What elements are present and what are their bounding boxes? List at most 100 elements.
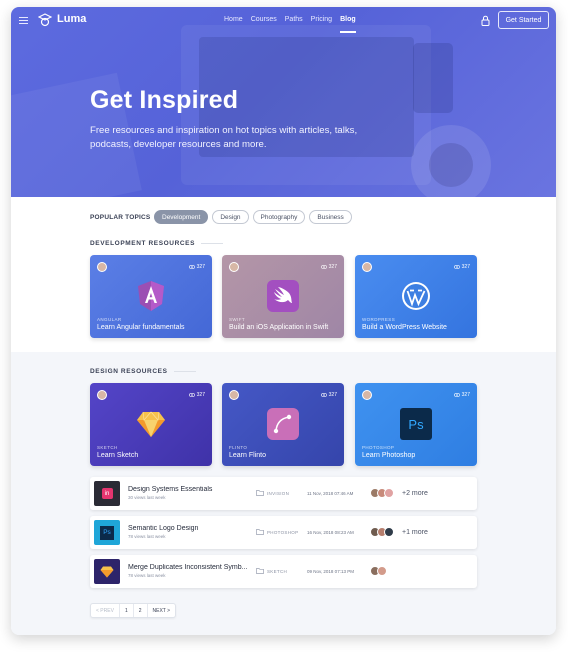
design-section: DESIGN RESOURCES 327 SKETCH Learn Sketch… [11,352,556,635]
photoshop-icon: Ps [400,408,432,440]
chip-design[interactable]: Design [212,210,249,224]
article-row[interactable]: Merge Duplicates Inconsistent Symb... 78… [90,555,477,588]
app-window: Luma Home Courses Paths Pricing Blog Get… [11,7,556,635]
top-nav: Luma Home Courses Paths Pricing Blog Get… [11,7,556,35]
view-count: 327 [188,392,205,398]
nav-link-blog[interactable]: Blog [340,16,356,33]
article-category: INVISION [267,491,290,496]
article-title[interactable]: Design Systems Essentials [128,486,248,493]
card-swift[interactable]: 327 SWIFT Build an iOS Application in Sw… [222,255,344,338]
logo-icon [38,13,52,27]
card-angular[interactable]: 327 ANGULAR Learn Angular fundamentals [90,255,212,338]
page-2-button[interactable]: 2 [134,604,148,617]
card-category: SWIFT [229,317,245,322]
avatar [384,488,394,498]
more-contributors[interactable]: +2 more [402,490,428,497]
view-count: 327 [320,264,337,270]
avatar [97,262,107,272]
card-sketch[interactable]: 327 SKETCH Learn Sketch [90,383,212,466]
folder-icon [256,529,264,535]
article-date: 11 Nov, 2018 07:46 AM [307,491,354,496]
card-flinto[interactable]: 327 FLINTO Learn Flinto [222,383,344,466]
wordpress-icon [400,280,432,312]
contributor-avatars [370,488,394,498]
card-category: PHOTOSHOP [362,445,395,450]
article-date: 09 Nov, 2018 07:13 PM [307,569,354,574]
photoshop-icon: Ps [94,520,120,545]
folder-icon [256,490,264,496]
nav-links: Home Courses Paths Pricing Blog [224,16,356,33]
avatar [362,262,372,272]
article-meta: 78 views last week [128,534,166,539]
view-count: 327 [320,392,337,398]
topics-section: POPULAR TOPICS Development Design Photog… [11,197,556,352]
development-heading: DEVELOPMENT RESOURCES [90,240,224,247]
brand-name[interactable]: Luma [57,13,86,25]
nav-link-paths[interactable]: Paths [285,16,303,23]
avatar [229,390,239,400]
article-title[interactable]: Semantic Logo Design [128,525,248,532]
next-page-button[interactable]: NEXT > [148,604,176,617]
article-category: PHOTOSHOP [267,530,299,535]
article-row[interactable]: Ps Semantic Logo Design 78 views last we… [90,516,477,549]
avatar [362,390,372,400]
card-photoshop[interactable]: 327 Ps PHOTOSHOP Learn Photoshop [355,383,477,466]
card-category: WORDPRESS [362,317,396,322]
angular-icon [135,280,167,312]
article-meta: 78 views last week [128,573,166,578]
sketch-icon [135,408,167,440]
page-1-button[interactable]: 1 [120,604,134,617]
article-date: 16 Nov, 2018 08:23 AM [307,530,354,535]
prev-page-button[interactable]: < PREV [91,604,120,617]
avatar [384,527,394,537]
swift-icon [267,280,299,312]
card-wordpress[interactable]: 327 WORDPRESS Build a WordPress Website [355,255,477,338]
eye-icon [188,265,195,269]
eye-icon [188,393,195,397]
contributor-avatars [370,566,387,576]
hero-subtitle: Free resources and inspiration on hot to… [90,125,358,150]
eye-icon [320,393,327,397]
card-title: Learn Sketch [97,452,139,459]
eye-icon [453,265,460,269]
chip-development[interactable]: Development [154,210,209,224]
menu-icon[interactable] [19,17,28,25]
invision-icon: in [94,481,120,506]
popular-topics-label: POPULAR TOPICS [90,214,151,221]
flinto-icon [267,408,299,440]
avatar [97,390,107,400]
article-category: SKETCH [267,569,288,574]
eye-icon [320,265,327,269]
pagination: < PREV 1 2 NEXT > [90,603,177,618]
folder-icon [256,568,264,574]
view-count: 327 [188,264,205,270]
avatar [229,262,239,272]
avatar [377,566,387,576]
chip-business[interactable]: Business [309,210,352,224]
nav-link-pricing[interactable]: Pricing [311,16,332,23]
hero-banner: Luma Home Courses Paths Pricing Blog Get… [11,7,556,197]
chip-photography[interactable]: Photography [252,210,306,224]
card-title: Learn Flinto [229,452,266,459]
get-started-button[interactable]: Get Started [498,11,549,29]
card-title: Build an iOS Application in Swift [229,324,329,331]
view-count: 327 [453,264,470,270]
article-row[interactable]: in Design Systems Essentials 30 views la… [90,477,477,510]
topic-chips: Development Design Photography Business [154,210,352,224]
contributor-avatars [370,527,394,537]
sketch-icon [94,559,120,584]
more-contributors[interactable]: +1 more [402,529,428,536]
design-heading: DESIGN RESOURCES [90,368,196,375]
article-title[interactable]: Merge Duplicates Inconsistent Symb... [128,564,248,571]
card-category: SKETCH [97,445,118,450]
nav-link-home[interactable]: Home [224,16,243,23]
eye-icon [453,393,460,397]
card-category: ANGULAR [97,317,122,322]
lock-icon[interactable] [481,15,490,26]
card-title: Learn Angular fundamentals [97,324,185,331]
article-meta: 30 views last week [128,495,166,500]
nav-link-courses[interactable]: Courses [251,16,277,23]
card-title: Learn Photoshop [362,452,416,459]
view-count: 327 [453,392,470,398]
card-category: FLINTO [229,445,248,450]
